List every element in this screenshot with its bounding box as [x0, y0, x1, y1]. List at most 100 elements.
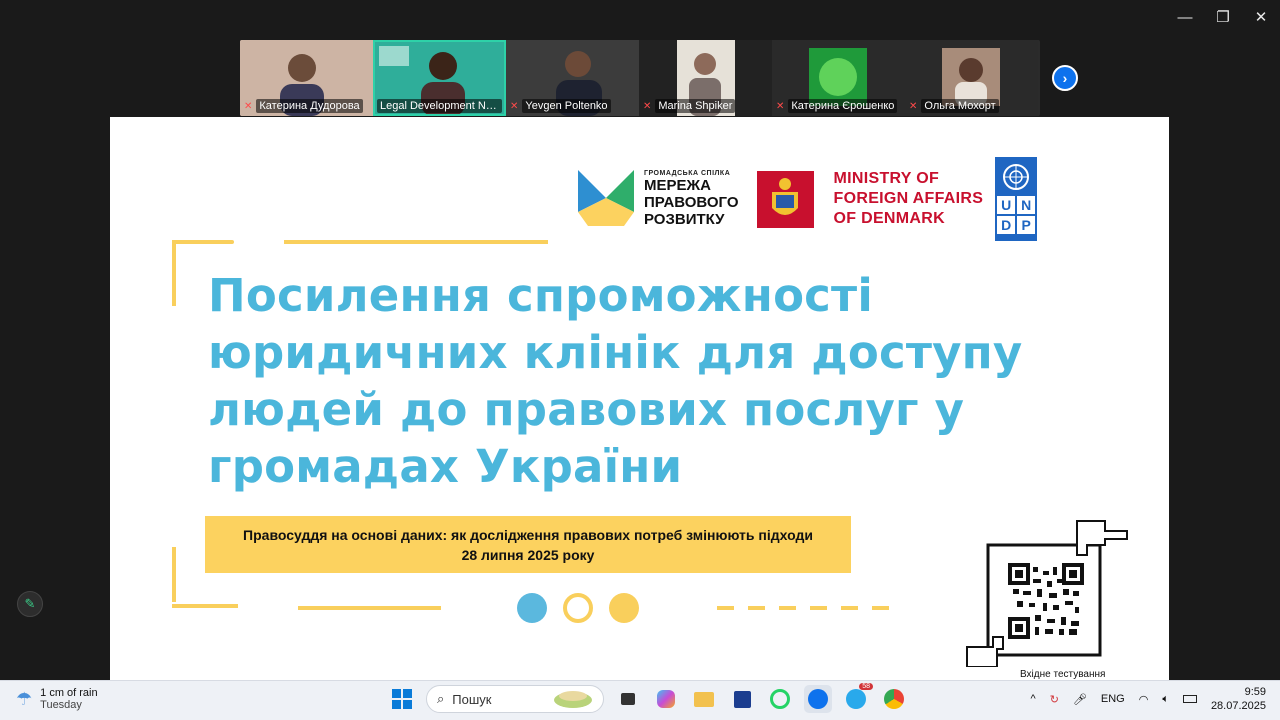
start-button[interactable] — [388, 685, 416, 713]
danish-crest-icon — [756, 170, 814, 228]
mic-muted-icon: ✕ — [643, 100, 652, 112]
lpr-logo-line: ПРАВОВОГО — [644, 194, 739, 211]
annotate-pen-button[interactable]: ✎ — [17, 591, 43, 617]
undp-letter: P — [1017, 216, 1036, 234]
whatsapp-icon — [770, 689, 790, 709]
telegram-button[interactable]: 58 — [842, 683, 873, 713]
taskbar-apps: ⌕ Пошук 58 — [388, 683, 908, 713]
search-icon: ⌕ — [437, 691, 445, 706]
lpr-logo-line: РОЗВИТКУ — [644, 211, 725, 228]
copilot-icon — [657, 690, 675, 708]
chevron-right-icon: › — [1062, 70, 1068, 86]
participant-strip: ✕ Катерина Дудорова Legal Development Net… — [240, 40, 1040, 116]
mic-muted-icon: ✕ — [776, 100, 785, 112]
lpr-logo: ГРОМАДСЬКА СПІЛКА МЕРЕЖА ПРАВОВОГО РОЗВИ… — [578, 170, 739, 228]
undp-letter: D — [997, 216, 1016, 234]
decor-line — [172, 547, 176, 602]
decor-dot — [517, 593, 547, 623]
lpr-logo-mark-icon — [578, 170, 634, 226]
subtitle-date: 28 липня 2025 року — [461, 546, 595, 563]
clock-time: 9:59 — [1244, 686, 1266, 698]
subtitle-text: Правосуддя на основі даних: як досліджен… — [243, 526, 813, 543]
participant-tile[interactable]: ✕ Катерина Дудорова — [240, 40, 373, 116]
weather-line: Tuesday — [40, 699, 82, 711]
window-controls: — ❐ ✕ — [1166, 0, 1280, 34]
weather-widget[interactable]: ☂ 1 cm of rain Tuesday — [16, 687, 98, 711]
decor-dot — [609, 593, 639, 623]
mic-muted-icon: ✕ — [909, 100, 918, 112]
copilot-button[interactable] — [652, 685, 680, 713]
qr-caption: Вхідне тестування — [1020, 669, 1106, 680]
undp-logo: U N D P — [995, 157, 1038, 241]
battery-icon[interactable] — [1182, 695, 1197, 703]
decor-line — [284, 240, 548, 244]
zoom-icon — [808, 689, 828, 709]
chevron-up-icon[interactable]: ^ — [1031, 693, 1036, 705]
system-tray: ^ ↻ 🎤︎ ENG ◠ 🔈︎ 9:59 28.07.2025 — [1031, 685, 1266, 713]
microphone-icon[interactable]: 🎤︎ — [1073, 693, 1087, 706]
search-placeholder: Пошук — [452, 691, 492, 707]
floppy-disk-icon — [733, 690, 751, 708]
taskbar: ☂ 1 cm of rain Tuesday ⌕ Пошук 58 ^ ↻ 🎤︎… — [0, 680, 1280, 720]
folder-icon — [694, 691, 714, 707]
participant-tile[interactable]: ✕ Ольга Мохорт — [905, 40, 1038, 116]
undp-letter: N — [1017, 196, 1036, 214]
close-button[interactable]: ✕ — [1242, 0, 1280, 34]
participant-name: Legal Development Netw... — [377, 99, 502, 113]
decor-line — [172, 604, 238, 608]
slide-subtitle: Правосуддя на основі даних: як досліджен… — [205, 516, 851, 573]
restore-button[interactable]: ❐ — [1204, 0, 1242, 34]
participant-name: Ольга Мохорт — [921, 99, 999, 113]
denmark-mfa-logo: MINISTRY OF FOREIGN AFFAIRS OF DENMARK — [756, 169, 984, 229]
clock-date: 28.07.2025 — [1210, 700, 1266, 712]
participant-tile[interactable]: ✕ Marina Shpiker — [639, 40, 772, 116]
wifi-icon[interactable]: ◠ — [1139, 693, 1149, 706]
notification-badge: 58 — [859, 683, 873, 690]
decor-line — [172, 240, 234, 244]
search-highlight-icon — [554, 691, 592, 708]
mic-muted-icon: ✕ — [510, 100, 519, 112]
denmark-logo-line: OF DENMARK — [833, 210, 945, 227]
participant-tile[interactable]: ✕ Yevgen Poltenko — [506, 40, 639, 116]
telegram-icon — [846, 689, 866, 709]
mic-muted-icon: ✕ — [244, 100, 253, 112]
participant-name: Катерина Дудорова — [256, 99, 363, 113]
clock[interactable]: 9:59 28.07.2025 — [1211, 685, 1266, 713]
next-participants-button[interactable]: › — [1052, 65, 1078, 91]
shared-slide: ГРОМАДСЬКА СПІЛКА МЕРЕЖА ПРАВОВОГО РОЗВИ… — [110, 117, 1169, 680]
windows-icon — [392, 689, 412, 709]
lpr-logo-line: МЕРЕЖА — [644, 177, 711, 194]
denmark-logo-line: MINISTRY OF — [833, 170, 940, 187]
lpr-logo-top: ГРОМАДСЬКА СПІЛКА — [644, 170, 731, 177]
decor-line — [298, 606, 441, 610]
decor-dot — [563, 593, 593, 623]
participant-tile[interactable]: Legal Development Netw... — [373, 40, 506, 116]
pen-icon: ✎ — [24, 596, 36, 611]
taskbar-search[interactable]: ⌕ Пошук — [426, 685, 604, 713]
weather-line: 1 cm of rain — [40, 687, 98, 699]
rain-umbrella-icon: ☂ — [16, 688, 33, 709]
qr-code-icon — [966, 520, 1128, 668]
task-view-button[interactable] — [614, 685, 642, 713]
partner-logos: ГРОМАДСЬКА СПІЛКА МЕРЕЖА ПРАВОВОГО РОЗВИ… — [578, 157, 1038, 241]
whatsapp-button[interactable] — [766, 685, 794, 713]
un-emblem-icon — [1003, 164, 1030, 190]
save-app-button[interactable] — [728, 685, 756, 713]
qr-code-block[interactable]: Вхідне тестування — [965, 517, 1130, 680]
minimize-button[interactable]: — — [1166, 0, 1204, 34]
decor-dashes — [717, 606, 889, 610]
sync-icon[interactable]: ↻ — [1050, 693, 1059, 706]
participant-name: Катерина Єрошенко — [788, 99, 898, 113]
language-indicator[interactable]: ENG — [1101, 693, 1125, 705]
chrome-icon — [884, 689, 904, 709]
volume-icon[interactable]: 🔈︎ — [1162, 693, 1169, 706]
slide-title: Посилення спроможності юридичних клінік … — [208, 269, 1023, 493]
participant-name: Yevgen Poltenko — [522, 99, 611, 113]
file-explorer-button[interactable] — [690, 685, 718, 713]
participant-tile[interactable]: ✕ Катерина Єрошенко — [772, 40, 905, 116]
chrome-button[interactable] — [880, 685, 908, 713]
denmark-logo-line: FOREIGN AFFAIRS — [833, 190, 984, 207]
decor-dots — [517, 593, 639, 623]
task-view-icon — [621, 693, 635, 705]
zoom-button[interactable] — [804, 685, 832, 713]
